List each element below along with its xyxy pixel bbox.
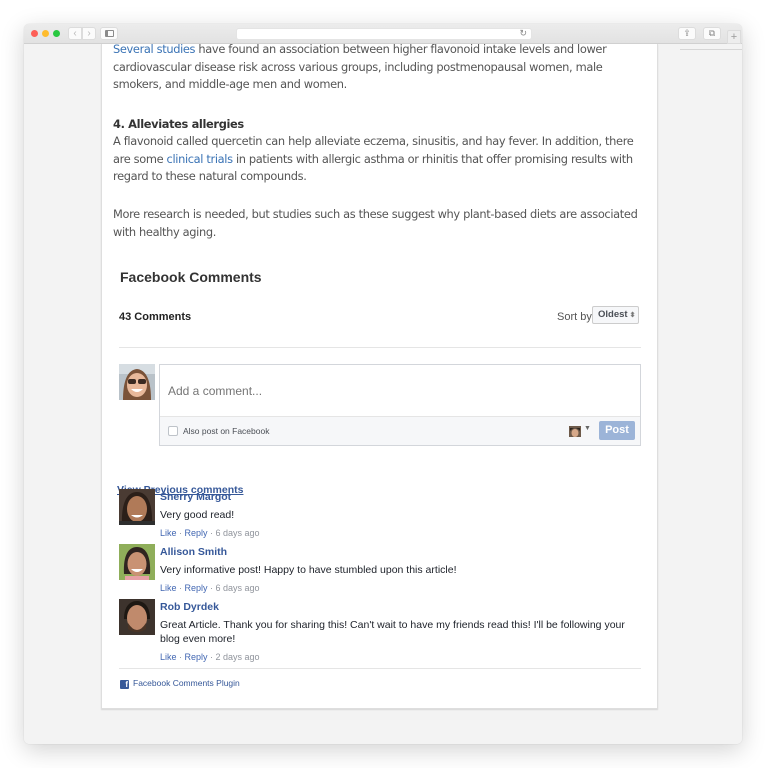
comment-text: Very good read!: [160, 509, 235, 521]
sort-by-label: Sort by: [557, 311, 592, 323]
caret-down-icon[interactable]: ▼: [584, 425, 591, 432]
close-window-button[interactable]: [31, 30, 38, 37]
sidebar-divider: [680, 49, 742, 50]
composer-footer: Also post on Facebook ▼ Post: [160, 416, 640, 445]
divider: [119, 347, 641, 348]
page-viewport: Several studies have found an associatio…: [24, 42, 742, 744]
address-bar[interactable]: ↻: [236, 28, 532, 40]
browser-window: ‹ › ↻ ⇪ ⧉ + Several studies have found a…: [24, 24, 742, 744]
article-paragraph: A flavonoid called quercetin can help al…: [113, 134, 634, 183]
current-user-avatar: [119, 364, 155, 400]
article-paragraph: More research is needed, but studies suc…: [113, 207, 638, 239]
commenter-avatar[interactable]: [119, 599, 155, 635]
comment-input[interactable]: [160, 365, 640, 416]
like-link[interactable]: Like: [160, 583, 177, 593]
chevron-right-icon: ›: [87, 28, 91, 39]
article-card: Several studies have found an associatio…: [101, 42, 658, 709]
sidebar-icon: [104, 30, 114, 37]
tabs-icon: ⧉: [708, 28, 716, 38]
article-paragraph: Several studies have found an associatio…: [113, 42, 607, 91]
commenter-avatar[interactable]: [119, 489, 155, 525]
post-button[interactable]: Post: [599, 421, 635, 440]
plus-icon: +: [730, 31, 738, 43]
like-link[interactable]: Like: [160, 652, 177, 662]
divider: [119, 668, 641, 669]
commenter-avatar[interactable]: [119, 544, 155, 580]
comment-timestamp[interactable]: 2 days ago: [216, 652, 260, 662]
comment-meta: Like · Reply · 2 days ago: [160, 652, 260, 662]
forward-button[interactable]: ›: [82, 27, 96, 40]
section-heading: 4. Alleviates allergies: [113, 117, 244, 131]
commenter-name[interactable]: Rob Dyrdek: [160, 601, 219, 613]
comment-timestamp[interactable]: 6 days ago: [216, 583, 260, 593]
commenter-name[interactable]: Sherry Margot: [160, 491, 231, 503]
identity-avatar[interactable]: [569, 425, 581, 437]
commenter-name[interactable]: Allison Smith: [160, 546, 227, 558]
several-studies-link[interactable]: Several studies: [113, 42, 196, 56]
also-post-checkbox[interactable]: [168, 426, 178, 436]
comment-timestamp[interactable]: 6 days ago: [216, 528, 260, 538]
clinical-trials-link[interactable]: clinical trials: [167, 152, 234, 166]
facebook-comments-plugin-link[interactable]: f Facebook Comments Plugin: [120, 678, 240, 689]
reload-icon[interactable]: ↻: [519, 28, 527, 39]
minimize-window-button[interactable]: [42, 30, 49, 37]
comments-section-title: Facebook Comments: [120, 269, 262, 285]
comment-count: 43 Comments: [119, 311, 192, 323]
reply-link[interactable]: Reply: [185, 652, 208, 662]
facebook-icon: f: [120, 680, 129, 689]
like-link[interactable]: Like: [160, 528, 177, 538]
also-post-label[interactable]: Also post on Facebook: [183, 426, 269, 436]
sort-select[interactable]: Oldest ⬍: [592, 306, 639, 324]
reply-link[interactable]: Reply: [185, 583, 208, 593]
comment-meta: Like · Reply · 6 days ago: [160, 583, 260, 593]
comment-text: Very informative post! Happy to have stu…: [160, 564, 457, 576]
chevron-left-icon: ‹: [73, 28, 77, 39]
comment-meta: Like · Reply · 6 days ago: [160, 528, 260, 538]
reply-link[interactable]: Reply: [185, 528, 208, 538]
share-button[interactable]: ⇪: [678, 27, 696, 40]
zoom-window-button[interactable]: [53, 30, 60, 37]
back-button[interactable]: ‹: [68, 27, 82, 40]
sidebar-toggle-button[interactable]: [100, 27, 118, 40]
share-icon: ⇪: [683, 28, 691, 38]
sort-arrows-icon: ⬍: [629, 312, 636, 319]
show-tabs-button[interactable]: ⧉: [703, 27, 721, 40]
comment-text: Great Article. Thank you for sharing thi…: [160, 619, 625, 645]
new-tab-button[interactable]: +: [727, 30, 741, 44]
comment-composer: Also post on Facebook ▼ Post: [159, 364, 641, 446]
